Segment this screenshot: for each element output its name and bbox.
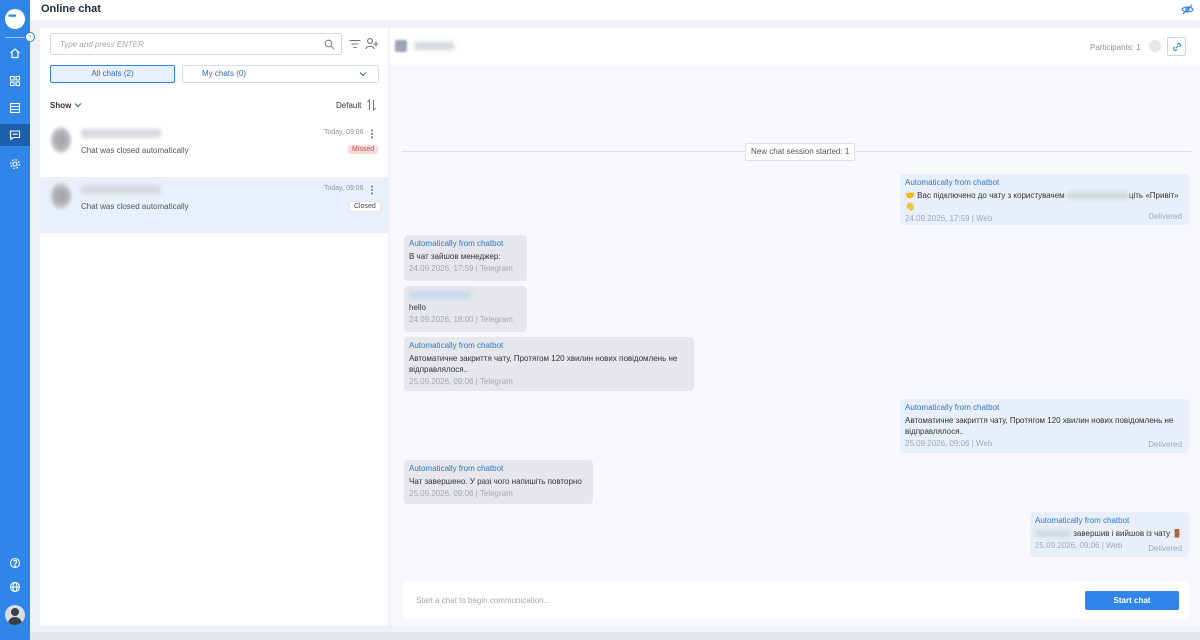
message-sender: Automatically from chatbot [409, 239, 504, 248]
contact-name-redacted [81, 129, 161, 138]
message-bubble: Automatically from chatbot Автоматичне з… [404, 337, 694, 391]
message-sender: Automatically from chatbot [905, 403, 1000, 412]
collapse-toggle-icon[interactable]: › [25, 32, 35, 42]
message-status: Delivered [1148, 544, 1182, 553]
conversation-header: Participants: 1 [390, 28, 1200, 66]
search-placeholder: Type and press ENTER [60, 40, 144, 49]
add-user-icon[interactable] [365, 37, 379, 50]
filter-icon[interactable] [349, 39, 361, 49]
home-icon[interactable] [0, 42, 30, 64]
session-label: New chat session started: 1 [745, 143, 856, 161]
message-meta: 25.09.2026, 09:06 | Telegram [409, 489, 513, 498]
gear-icon[interactable] [0, 153, 30, 175]
message-composer[interactable]: Start a chat to begin communication... S… [402, 581, 1190, 619]
status-badge: Closed [349, 201, 381, 212]
chevron-down-icon [359, 72, 367, 77]
tab-my-chats[interactable]: My chats (0) [182, 65, 379, 83]
search-icon[interactable] [324, 39, 335, 50]
participants-count: Participants: 1 [1090, 43, 1141, 52]
help-icon[interactable] [0, 552, 30, 574]
tab-all-chats[interactable]: All chats (2) [50, 65, 175, 83]
chat-last-message: Chat was closed automatically [81, 146, 189, 155]
show-filter[interactable]: Show [50, 101, 71, 110]
message-meta: 25.09.2026, 09:06 | Telegram [409, 377, 513, 386]
redacted-name [1035, 530, 1071, 538]
message-text: В чат зайшов менеджер: [409, 252, 501, 261]
message-meta: 24.09.2026, 17:59 | Web [905, 214, 993, 223]
chat-last-message: Chat was closed automatically [81, 202, 189, 211]
more-vertical-icon[interactable] [370, 185, 374, 195]
message-bubble: Automatically from chatbot Чат завершено… [404, 460, 593, 504]
contact-name-redacted [414, 42, 454, 50]
message-text: 🤝 Вас підключено до чату з користувачем … [905, 191, 1179, 211]
message-sender: Automatically from chatbot [1035, 516, 1130, 525]
message-text: завершив і вийшов із чату 🚪 [1035, 528, 1184, 539]
message-status: Delivered [1148, 440, 1182, 449]
conversation-panel: Participants: 1 New chat session started… [390, 28, 1200, 626]
left-rail [0, 0, 30, 640]
top-bar: Online chat [30, 0, 1200, 20]
start-chat-button[interactable]: Start chat [1085, 591, 1179, 610]
page-title: Online chat [41, 3, 101, 15]
chat-list-item[interactable]: Today, 09:06 Chat was closed automatical… [40, 121, 388, 177]
contact-avatar [51, 127, 71, 153]
message-meta: 24.09.2026, 18:00 | Telegram [409, 315, 513, 324]
message-bubble: Automatically from chatbot завершив і ви… [1030, 512, 1189, 557]
message-sender: Automatically from chatbot [409, 341, 504, 350]
redacted-sender [409, 291, 471, 299]
composer-placeholder: Start a chat to begin communication... [416, 596, 551, 605]
message-text: Автоматичне закриття чату, Протягом 120 … [409, 354, 678, 374]
message-meta: 25.09.2026, 09:06 | Web [905, 439, 993, 448]
chat-time: Today, 09:06 [324, 185, 364, 192]
tab-my-chats-label: My chats (0) [202, 69, 247, 78]
message-text: Автоматичне закриття чату, Протягом 120 … [905, 416, 1174, 436]
message-bubble: hello 24.09.2026, 18:00 | Telegram [404, 286, 527, 332]
message-status: Delivered [1148, 212, 1182, 221]
message-text: Чат завершено. У разі чого напишіть повт… [409, 477, 582, 486]
user-avatar[interactable] [5, 605, 25, 625]
eye-off-icon[interactable] [1181, 3, 1194, 16]
link-icon [1173, 43, 1181, 51]
grid-icon[interactable] [0, 70, 30, 92]
message-meta: 24.09.2026, 17:59 | Telegram [409, 264, 513, 273]
globe-icon[interactable] [0, 576, 30, 598]
chat-icon[interactable] [0, 124, 30, 146]
participant-icon[interactable] [1149, 40, 1161, 52]
contact-avatar [51, 183, 71, 209]
redacted-name [1066, 192, 1129, 200]
sort-select[interactable]: Default [336, 101, 361, 110]
copy-link-button[interactable] [1167, 37, 1186, 56]
rail-divider [5, 37, 25, 38]
chevron-down-icon[interactable] [74, 101, 82, 109]
list-icon[interactable] [0, 97, 30, 119]
bottom-scrollbar[interactable] [30, 632, 1200, 640]
contact-avatar [395, 40, 407, 52]
chat-list-item[interactable]: Today, 09:06 Chat was closed automatical… [40, 177, 388, 233]
status-badge: Missed [348, 145, 379, 154]
message-bubble: Automatically from chatbot 🤝 Вас підключ… [900, 174, 1189, 225]
contact-name-redacted [81, 185, 161, 194]
message-bubble: Automatically from chatbot Автоматичне з… [900, 399, 1189, 453]
sort-icon[interactable] [367, 99, 376, 111]
chat-list-panel: Type and press ENTER All chats (2) My ch… [40, 28, 388, 626]
message-sender: Automatically from chatbot [409, 464, 504, 473]
search-input[interactable]: Type and press ENTER [50, 33, 342, 55]
message-sender: Automatically from chatbot [905, 178, 1000, 187]
chat-time: Today, 09:06 [324, 129, 364, 136]
more-vertical-icon[interactable] [370, 129, 374, 139]
message-bubble: Automatically from chatbot В чат зайшов … [404, 235, 527, 281]
message-text: hello [409, 303, 426, 312]
app-logo-icon[interactable] [5, 9, 25, 29]
